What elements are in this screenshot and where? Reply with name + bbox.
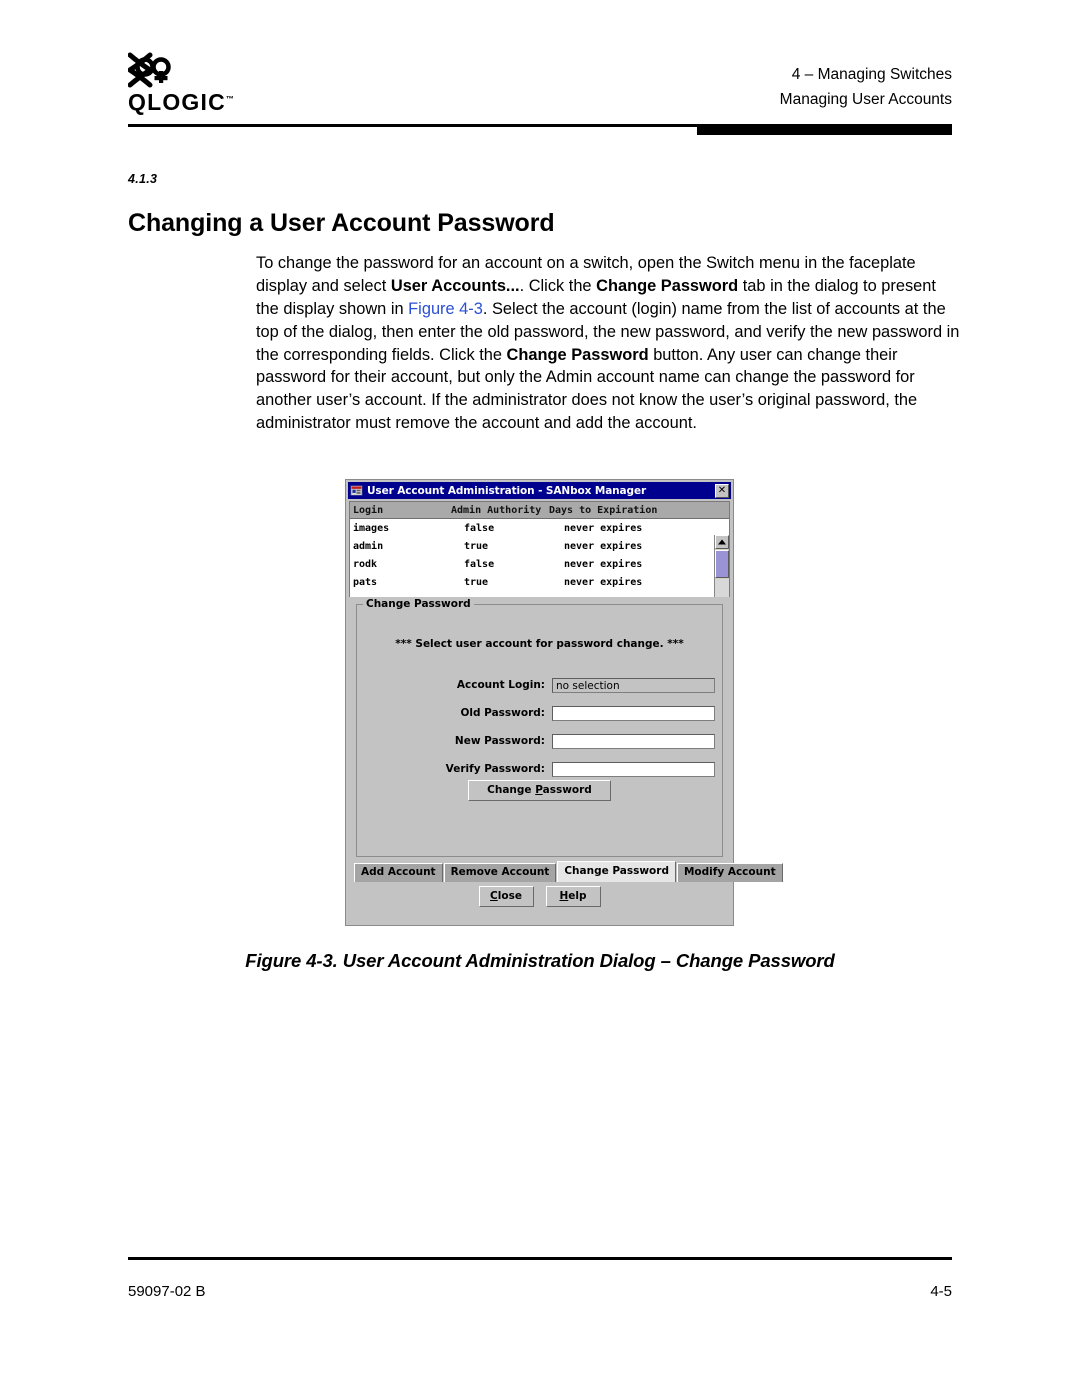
dialog-action-buttons: Close Help — [346, 886, 733, 907]
cell-admin-authority: false — [464, 522, 495, 534]
close-icon[interactable]: ✕ — [715, 483, 729, 498]
footer-document-number: 59097-02 B — [128, 1283, 206, 1300]
trademark-symbol: ™ — [225, 94, 234, 104]
cell-admin-authority: false — [464, 558, 495, 570]
qlogic-logo-wordmark: QLOGIC™ — [128, 91, 248, 114]
change-password-button-pre: Change — [487, 784, 536, 796]
figure-caption: Figure 4-3. User Account Administration … — [245, 950, 835, 971]
help-button-post: elp — [568, 890, 587, 902]
cell-days-to-expiration: never expires — [564, 576, 643, 588]
change-password-panel: Change Password *** Select user account … — [356, 598, 723, 857]
change-password-form: Account Login: no selection Old Password… — [357, 671, 722, 783]
new-password-label: New Password: — [454, 735, 545, 747]
para-bold-change-password-1: Change Password — [596, 277, 739, 296]
running-header: 4 – Managing Switches Managing User Acco… — [780, 62, 952, 112]
change-password-button-mnemonic: P — [535, 784, 543, 796]
account-login-label: Account Login: — [456, 679, 545, 691]
column-header-login[interactable]: Login — [350, 505, 448, 516]
change-password-button-post: assword — [542, 784, 592, 796]
column-header-days-to-expiration[interactable]: Days to Expiration — [546, 505, 706, 516]
verify-password-field[interactable] — [552, 761, 715, 777]
tab-modify-account[interactable]: Modify Account — [676, 863, 783, 882]
scrollbar-track[interactable] — [715, 579, 729, 597]
scroll-up-button[interactable] — [715, 535, 729, 549]
tab-remove-account[interactable]: Remove Account — [443, 863, 557, 882]
table-row[interactable]: images false never expires — [350, 519, 729, 537]
app-window-icon — [350, 485, 363, 496]
body-paragraph: To change the password for an account on… — [256, 252, 962, 434]
account-login-field[interactable]: no selection — [552, 677, 715, 693]
cell-login: admin — [353, 540, 384, 552]
select-account-hint: *** Select user account for password cha… — [395, 638, 684, 650]
user-account-administration-dialog: User Account Administration - SANbox Man… — [345, 479, 783, 926]
change-password-button[interactable]: Change Password — [468, 780, 611, 801]
form-row-old-password: Old Password: — [357, 699, 722, 727]
form-row-new-password: New Password: — [357, 727, 722, 755]
page-header: QLOGIC™ 4 – Managing Switches Managing U… — [0, 0, 1080, 140]
close-button-post: lose — [497, 890, 522, 902]
verify-password-label: Verify Password: — [445, 763, 545, 775]
accounts-table-scrollbar[interactable] — [714, 535, 729, 597]
cell-days-to-expiration: never expires — [564, 522, 643, 534]
tab-change-password[interactable]: Change Password — [557, 861, 676, 882]
accounts-table-body: images false never expires admin true ne… — [350, 519, 729, 597]
para-text-2: . Click the — [519, 277, 597, 296]
running-header-section: Managing User Accounts — [779, 91, 952, 108]
para-bold-change-password-2: Change Password — [506, 345, 649, 364]
cell-login: pats — [353, 576, 378, 588]
qlogic-logo-mark — [128, 52, 171, 88]
scrollbar-thumb[interactable] — [715, 550, 729, 578]
cell-admin-authority: true — [464, 540, 489, 552]
table-row[interactable]: admin true never expires — [350, 537, 729, 555]
close-button-mnemonic: C — [490, 890, 498, 902]
running-header-chapter: 4 – Managing Switches — [791, 66, 952, 83]
scroll-up-arrow-icon — [718, 539, 726, 545]
cell-login: rodk — [353, 558, 378, 570]
cell-login: images — [353, 522, 390, 534]
column-header-admin-authority[interactable]: Admin Authority — [448, 505, 546, 516]
header-rule-thick — [697, 124, 952, 135]
cell-days-to-expiration: never expires — [564, 540, 643, 552]
old-password-label: Old Password: — [460, 707, 545, 719]
tab-add-account[interactable]: Add Account — [354, 863, 443, 882]
footer-page-number: 4-5 — [930, 1283, 952, 1300]
help-button[interactable]: Help — [545, 886, 601, 907]
dialog-tabs: Add Account Remove Account Change Passwo… — [354, 861, 784, 882]
table-row[interactable]: rodk false never expires — [350, 555, 729, 573]
change-password-button-row: Change Password — [357, 780, 722, 801]
form-row-verify-password: Verify Password: — [357, 755, 722, 783]
cell-admin-authority: true — [464, 576, 489, 588]
form-row-account-login: Account Login: no selection — [357, 671, 722, 699]
page-title: Changing a User Account Password — [128, 208, 555, 237]
qlogic-logo: QLOGIC™ — [128, 52, 248, 114]
change-password-panel-legend: Change Password — [363, 598, 474, 610]
accounts-table-header: Login Admin Authority Days to Expiration — [350, 502, 729, 519]
accounts-table: Login Admin Authority Days to Expiration… — [349, 501, 730, 597]
help-button-mnemonic: H — [559, 890, 569, 902]
new-password-field[interactable] — [552, 733, 715, 749]
para-bold-user-accounts: User Accounts... — [390, 277, 520, 296]
old-password-field[interactable] — [552, 705, 715, 721]
dialog-titlebar[interactable]: User Account Administration - SANbox Man… — [348, 482, 731, 499]
cell-days-to-expiration: never expires — [564, 558, 643, 570]
figure-cross-reference-link[interactable]: Figure 4-3 — [408, 300, 483, 318]
close-button[interactable]: Close — [478, 886, 534, 907]
logo-word-text: QLOGIC — [128, 89, 226, 115]
footer-rule — [128, 1257, 952, 1260]
dialog-title-text: User Account Administration - SANbox Man… — [367, 484, 647, 497]
table-row[interactable]: pats true never expires — [350, 573, 729, 591]
section-number: 4.1.3 — [128, 172, 158, 186]
